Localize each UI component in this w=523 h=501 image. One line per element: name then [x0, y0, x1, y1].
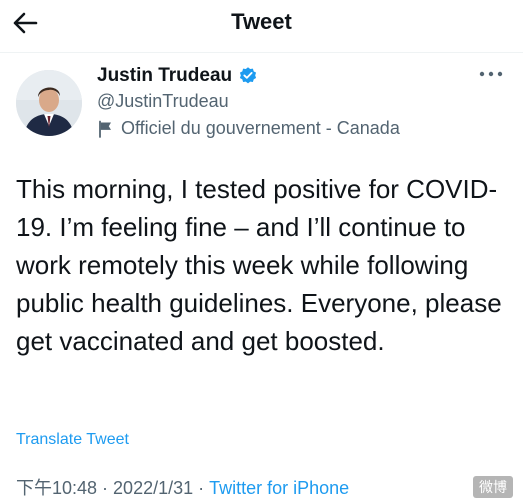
meta-separator: ·: [97, 478, 114, 498]
tweet-text: This morning, I tested positive for COVI…: [16, 174, 502, 356]
display-name[interactable]: Justin Trudeau: [97, 65, 232, 87]
user-handle[interactable]: @JustinTrudeau: [97, 91, 400, 112]
translate-tweet-link[interactable]: Translate Tweet: [16, 431, 129, 449]
watermark: 微博: [473, 476, 513, 498]
name-row: Justin Trudeau: [97, 63, 400, 89]
top-bar: Tweet: [0, 0, 523, 46]
government-label-text: Officiel du gouvernement - Canada: [121, 118, 400, 138]
tweet-time[interactable]: 下午10:48: [16, 478, 97, 498]
more-dots-icon: [479, 71, 503, 77]
meta-separator: ·: [193, 478, 210, 498]
profile-photo: [16, 70, 82, 136]
flag-icon: [97, 120, 115, 138]
verified-badge-icon: [238, 66, 258, 86]
author-block: Justin Trudeau @JustinTrudeau Officiel d…: [97, 63, 400, 139]
tweet-metadata: 下午10:48 · 2022/1/31 · Twitter for iPhone: [16, 474, 349, 500]
more-options-button[interactable]: [477, 64, 505, 84]
tweet-date[interactable]: 2022/1/31: [113, 478, 193, 498]
government-label: Officiel du gouvernement - Canada: [97, 118, 400, 139]
avatar[interactable]: [16, 70, 82, 136]
page-title: Tweet: [231, 9, 292, 34]
header-divider: [0, 52, 523, 53]
tweet-source-link[interactable]: Twitter for iPhone: [209, 478, 349, 498]
